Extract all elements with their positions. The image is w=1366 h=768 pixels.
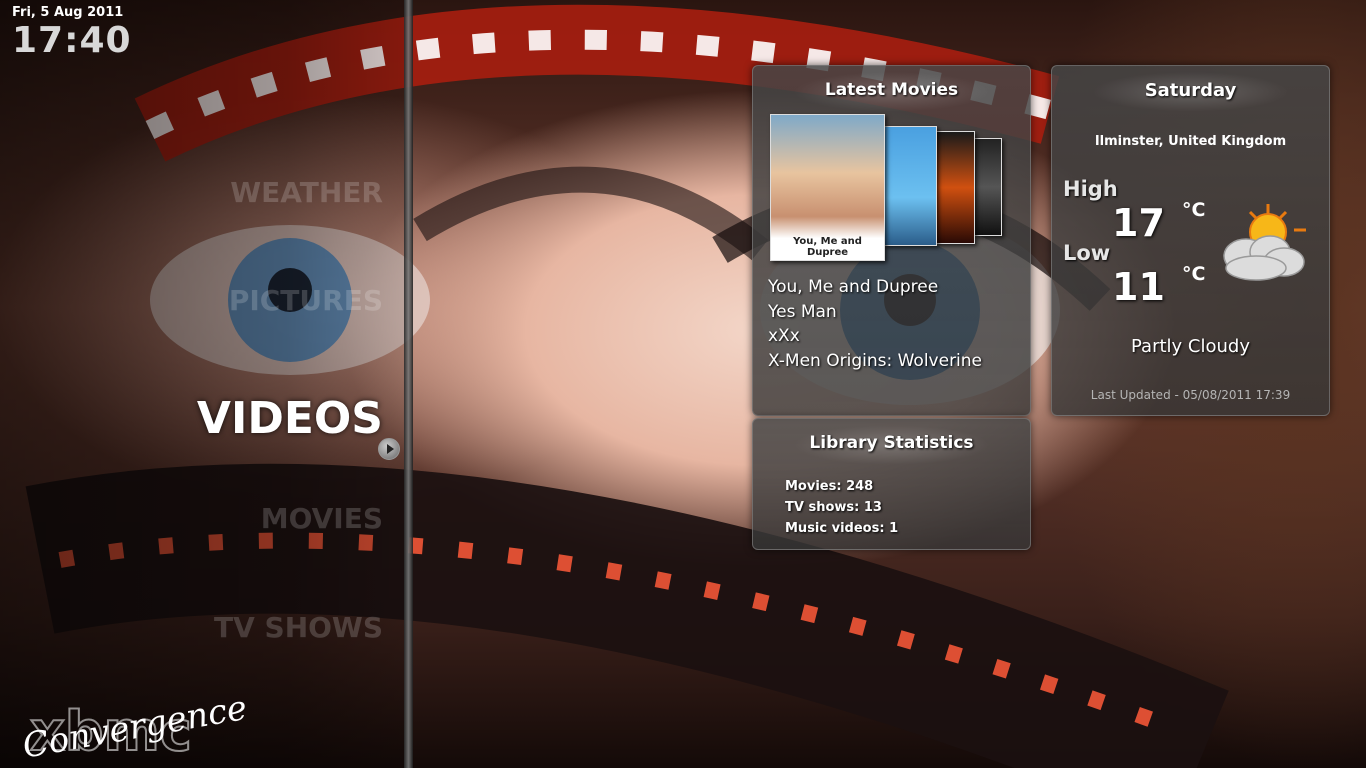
poster-xmen-origins[interactable] — [974, 138, 1002, 236]
list-item[interactable]: Yes Man — [768, 300, 982, 325]
weather-day: Saturday — [1144, 80, 1237, 101]
partly-cloudy-icon — [1223, 204, 1306, 281]
high-unit: °C — [1182, 199, 1206, 221]
menu-shade — [0, 0, 410, 768]
weather-last-updated: Last Updated - 05/08/2011 17:39 — [1090, 388, 1291, 402]
menu-item-movies[interactable]: MOVIES — [261, 502, 383, 535]
clock-time: 17:40 — [12, 20, 132, 61]
poster-xxx[interactable] — [936, 131, 975, 244]
submenu-arrow-icon[interactable] — [378, 438, 400, 460]
poster-caption: You, Me and Dupree — [793, 236, 862, 258]
stat-tv-shows: TV shows: 13 — [785, 500, 882, 515]
menu-item-tv-shows[interactable]: TV SHOWS — [214, 611, 383, 644]
list-item[interactable]: X-Men Origins: Wolverine — [768, 349, 982, 374]
low-label: Low — [1063, 241, 1111, 265]
list-item[interactable]: xXx — [768, 324, 982, 349]
date-label: Fri, 5 Aug 2011 — [12, 5, 124, 20]
latest-movies-title: Latest Movies — [824, 80, 959, 100]
high-label: High — [1063, 177, 1118, 201]
menu-item-videos[interactable]: VIDEOS — [197, 393, 383, 444]
menu-item-weather[interactable]: WEATHER — [230, 176, 383, 209]
low-unit: °C — [1182, 263, 1206, 285]
low-temperature: 11 — [1112, 265, 1165, 309]
library-statistics-panel: Library Statistics Movies: 248 TV shows:… — [752, 418, 1031, 550]
poster-you-me-and-dupree[interactable]: You, Me and Dupree — [770, 114, 885, 261]
poster-yes-man[interactable] — [884, 126, 937, 246]
convergence-logo: xbmc Convergence — [20, 688, 250, 762]
stat-music-videos: Music videos: 1 — [785, 521, 899, 536]
stat-movies: Movies: 248 — [785, 479, 874, 494]
weather-location: Ilminster, United Kingdom — [1094, 134, 1287, 149]
library-statistics-title: Library Statistics — [809, 433, 974, 453]
menu-item-pictures[interactable]: PICTURES — [229, 284, 383, 317]
menu-divider — [404, 0, 413, 768]
weather-condition: Partly Cloudy — [1131, 336, 1250, 357]
high-temperature: 17 — [1112, 201, 1165, 245]
latest-movies-list: You, Me and Dupree Yes Man xXx X-Men Ori… — [768, 275, 982, 373]
list-item[interactable]: You, Me and Dupree — [768, 275, 982, 300]
